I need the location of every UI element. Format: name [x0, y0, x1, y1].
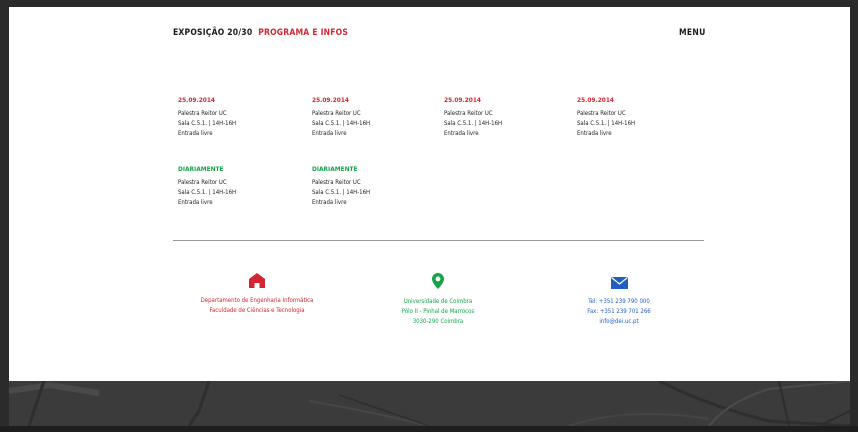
event-room-time: Sala C.5.1. | 14H-16H [444, 120, 503, 127]
contact-department: Departamento de Engenharia Informática F… [157, 273, 357, 316]
fax-number: Fax: +351 239 701 266 [587, 308, 651, 315]
event-title: Palestra Reitor UC [178, 179, 227, 186]
window-frame-bottom [0, 426, 858, 432]
window-frame-left [0, 0, 9, 432]
event-date: 25.09.2014 [577, 96, 614, 104]
event-item: DIARIAMENTE Palestra Reitor UC Sala C.5.… [178, 165, 298, 208]
event-entry: Entrada livre [444, 130, 479, 137]
page-title: EXPOSIÇÃO 20/30 PROGRAMA E INFOS [173, 28, 348, 38]
location-pin-icon [432, 273, 444, 289]
event-item: 25.09.2014 Palestra Reitor UC Sala C.5.1… [178, 96, 298, 139]
map-background [9, 381, 850, 426]
event-entry: Entrada livre [312, 199, 347, 206]
event-title: Palestra Reitor UC [577, 110, 626, 117]
event-date: 25.09.2014 [312, 96, 349, 104]
event-item: 25.09.2014 Palestra Reitor UC Sala C.5.1… [444, 96, 564, 139]
email-link[interactable]: info@dei.uc.pt [519, 317, 719, 327]
event-item: 25.09.2014 Palestra Reitor UC Sala C.5.1… [577, 96, 697, 139]
home-icon [249, 273, 265, 288]
event-date: 25.09.2014 [178, 96, 215, 104]
event-entry: Entrada livre [178, 130, 213, 137]
department-name: Departamento de Engenharia Informática [200, 297, 314, 304]
map-roads-graphic [9, 381, 850, 426]
event-title: Palestra Reitor UC [312, 179, 361, 186]
section-divider [173, 240, 704, 241]
event-room-time: Sala C.5.1. | 14H-16H [178, 189, 237, 196]
postal-code: 3030-290 Coimbra [412, 318, 464, 325]
event-title: Palestra Reitor UC [178, 110, 227, 117]
event-date: DIARIAMENTE [312, 165, 358, 173]
event-room-time: Sala C.5.1. | 14H-16H [312, 189, 371, 196]
window-frame-right [850, 0, 858, 432]
page-content: EXPOSIÇÃO 20/30 PROGRAMA E INFOS MENU 25… [9, 7, 850, 381]
event-item: 25.09.2014 Palestra Reitor UC Sala C.5.1… [312, 96, 432, 139]
event-title: Palestra Reitor UC [312, 110, 361, 117]
university-name: Universidade de Coimbra [403, 298, 473, 305]
page-title-main: EXPOSIÇÃO 20/30 [173, 28, 253, 38]
event-title: Palestra Reitor UC [444, 110, 493, 117]
menu-button[interactable]: MENU [679, 28, 706, 38]
phone-link[interactable]: Tel: +351 239 790 000 [519, 297, 719, 307]
event-item: DIARIAMENTE Palestra Reitor UC Sala C.5.… [312, 165, 432, 208]
window-frame-top [0, 0, 858, 7]
envelope-icon [610, 277, 628, 289]
contact-info: Tel: +351 239 790 000 Fax: +351 239 701 … [519, 277, 719, 327]
event-entry: Entrada livre [178, 199, 213, 206]
event-room-time: Sala C.5.1. | 14H-16H [577, 120, 636, 127]
event-entry: Entrada livre [312, 130, 347, 137]
event-date: DIARIAMENTE [178, 165, 224, 173]
contact-location: Universidade de Coimbra Pólo II - Pinhal… [338, 273, 538, 327]
event-room-time: Sala C.5.1. | 14H-16H [312, 120, 371, 127]
event-date: 25.09.2014 [444, 96, 481, 104]
faculty-name: Faculdade de Ciências e Tecnologia [209, 307, 305, 314]
page-title-section: PROGRAMA E INFOS [258, 28, 349, 38]
event-entry: Entrada livre [577, 130, 612, 137]
campus-address: Pólo II - Pinhal de Marrocos [401, 308, 475, 315]
event-room-time: Sala C.5.1. | 14H-16H [178, 120, 237, 127]
